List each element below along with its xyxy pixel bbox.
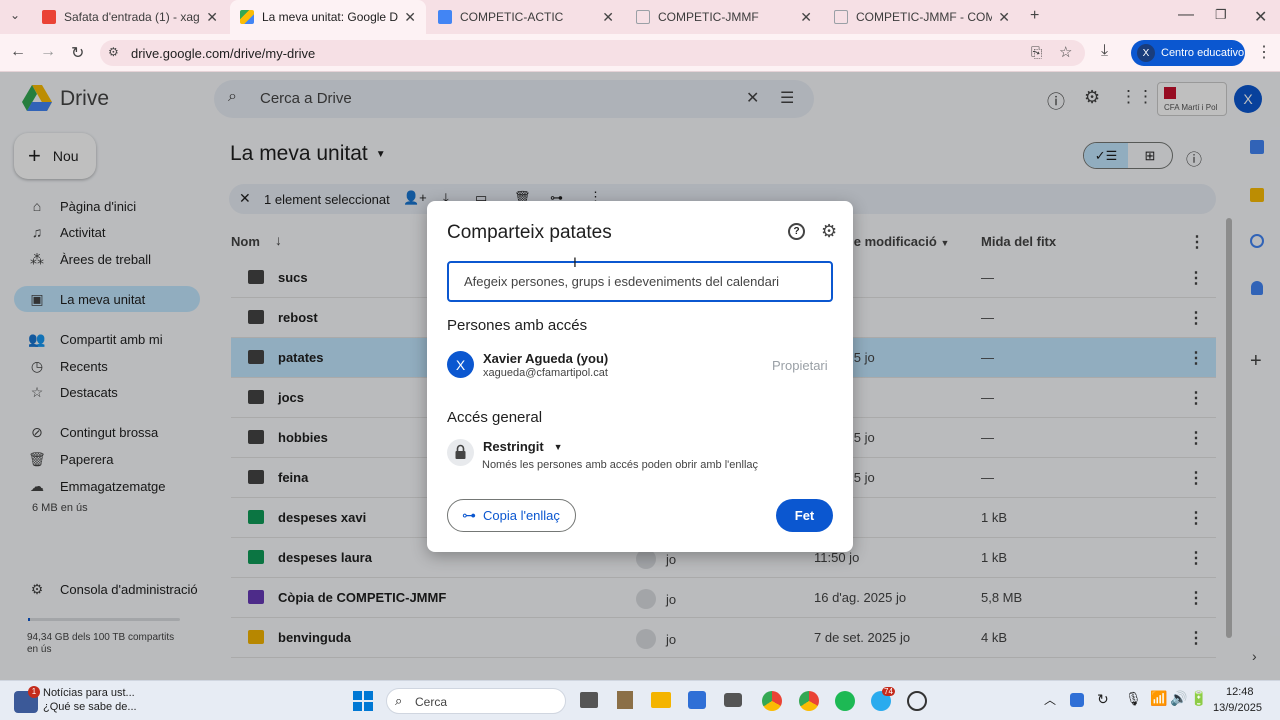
tab-title: COMPETIC-JMMF - COMPETIC- bbox=[856, 10, 993, 24]
new-tab-icon[interactable]: + bbox=[1030, 7, 1039, 25]
download-icon[interactable]: ⤓ bbox=[1101, 42, 1108, 60]
tab-title: Safata d'entrada (1) - xagueda@ bbox=[64, 10, 200, 24]
reload-icon[interactable]: ↻ bbox=[71, 43, 84, 63]
tab-gmail[interactable]: Safata d'entrada (1) - xagueda@ ✕ bbox=[32, 0, 228, 34]
clock-time[interactable]: 12:48 bbox=[1226, 686, 1254, 698]
minimize-icon[interactable]: — bbox=[1178, 6, 1194, 24]
restore-icon[interactable]: ❐ bbox=[1215, 7, 1227, 23]
tab-competic-jmmf-2[interactable]: COMPETIC-JMMF - COMPETIC- ✕ bbox=[824, 0, 1020, 34]
page-icon bbox=[834, 10, 848, 24]
page-icon bbox=[636, 10, 650, 24]
tray-security-icon[interactable] bbox=[1070, 693, 1084, 707]
site-info-icon[interactable]: ⚙ bbox=[108, 45, 119, 59]
access-level: Restringit bbox=[483, 439, 544, 454]
game-icon[interactable] bbox=[724, 693, 742, 707]
lock-icon bbox=[447, 439, 474, 466]
person-name: Xavier Agueda (you) bbox=[483, 351, 609, 366]
taskbar-search-label: Cerca bbox=[415, 695, 448, 709]
tray-chevron-icon[interactable]: ︿ bbox=[1044, 691, 1056, 708]
install-icon[interactable]: ⎘ bbox=[1031, 44, 1042, 61]
profile-avatar: X bbox=[1137, 44, 1155, 62]
help-icon[interactable]: ? bbox=[788, 223, 805, 240]
chrome-menu-icon[interactable]: ⋮ bbox=[1256, 42, 1272, 62]
close-icon[interactable]: ✕ bbox=[404, 9, 416, 26]
task-view-icon[interactable] bbox=[580, 692, 598, 708]
close-window-icon[interactable]: ✕ bbox=[1254, 7, 1267, 27]
address-bar[interactable]: ⚙ drive.google.com/drive/my-drive ⎘ ☆ bbox=[100, 40, 1085, 66]
store-icon[interactable] bbox=[688, 691, 706, 709]
forward-icon[interactable]: → bbox=[40, 43, 56, 61]
chevron-down-icon: ▼ bbox=[553, 441, 563, 452]
avatar: X bbox=[447, 351, 474, 378]
app-icon[interactable] bbox=[907, 691, 927, 711]
access-description: Només les persones amb accés poden obrir… bbox=[482, 459, 759, 471]
close-icon[interactable]: ✕ bbox=[998, 9, 1010, 26]
tray-sync-icon[interactable]: ↻ bbox=[1097, 691, 1109, 708]
chrome-icon[interactable] bbox=[762, 691, 782, 711]
tab-competic-jmmf[interactable]: COMPETIC-JMMF ✕ bbox=[626, 0, 822, 34]
gmail-icon bbox=[42, 10, 56, 24]
profile-chip[interactable]: X Centro educativo bbox=[1131, 40, 1245, 66]
tab-drive[interactable]: La meva unitat: Google Drive ✕ bbox=[230, 0, 426, 34]
tab-search-icon[interactable]: ⌄ bbox=[10, 8, 20, 22]
person-email: xagueda@cfamartipol.cat bbox=[483, 367, 608, 379]
microphone-icon[interactable]: 🎙 bbox=[1125, 691, 1142, 707]
taskbar-search[interactable]: ⌕ Cerca bbox=[386, 688, 566, 714]
url-text: drive.google.com/drive/my-drive bbox=[131, 46, 316, 61]
document-icon bbox=[438, 10, 452, 24]
battery-icon[interactable]: 🔋 bbox=[1190, 690, 1207, 707]
copy-link-label: Copia l'enllaç bbox=[483, 508, 560, 523]
browser-tab-strip: ⌄ Safata d'entrada (1) - xagueda@ ✕ La m… bbox=[0, 0, 1280, 34]
dialog-title: Comparteix patates bbox=[447, 222, 612, 243]
close-icon[interactable]: ✕ bbox=[602, 9, 614, 26]
bookmark-star-icon[interactable]: ☆ bbox=[1059, 43, 1072, 61]
close-icon[interactable]: ✕ bbox=[800, 9, 812, 26]
telegram-badge: 74 bbox=[882, 687, 895, 696]
add-people-placeholder: Afegeix persones, grups i esdeveniments … bbox=[464, 274, 780, 289]
news-badge: 1 bbox=[28, 686, 40, 698]
chrome-profile-icon[interactable] bbox=[799, 691, 819, 711]
spotify-icon[interactable] bbox=[835, 691, 855, 711]
access-level-dropdown[interactable]: Restringit ▼ bbox=[483, 439, 563, 454]
news-title[interactable]: Notícias para ust... bbox=[43, 687, 135, 699]
wifi-icon[interactable]: 📶 bbox=[1150, 690, 1167, 707]
tab-title: COMPETIC-ACTIC bbox=[460, 10, 564, 24]
add-people-input[interactable]: Afegeix persones, grups i esdeveniments … bbox=[447, 261, 833, 302]
back-icon[interactable]: ← bbox=[10, 43, 26, 61]
clock-date[interactable]: 13/9/2025 bbox=[1213, 702, 1262, 714]
people-heading: Persones amb accés bbox=[447, 317, 588, 334]
link-icon: ⊶ bbox=[462, 507, 476, 523]
share-dialog: Comparteix patates ? ⚙ Afegeix persones,… bbox=[427, 201, 853, 552]
copy-link-button[interactable]: ⊶ Copia l'enllaç bbox=[447, 499, 576, 532]
done-button[interactable]: Fet bbox=[776, 499, 833, 532]
windows-start-icon[interactable] bbox=[353, 691, 373, 711]
close-icon[interactable]: ✕ bbox=[206, 9, 218, 26]
taskbar: 1 Notícias para ust... ¿Qué se sabe de..… bbox=[0, 680, 1280, 720]
drive-icon bbox=[240, 10, 254, 24]
settings-gear-icon[interactable]: ⚙ bbox=[821, 221, 837, 242]
search-icon: ⌕ bbox=[395, 693, 403, 708]
news-subtitle[interactable]: ¿Qué se sabe de... bbox=[43, 701, 137, 713]
tab-competic-actic[interactable]: COMPETIC-ACTIC ✕ bbox=[428, 0, 624, 34]
tab-title: La meva unitat: Google Drive bbox=[262, 10, 399, 24]
general-access-heading: Accés general bbox=[447, 409, 543, 426]
library-icon[interactable] bbox=[617, 691, 633, 709]
tab-title: COMPETIC-JMMF bbox=[658, 10, 759, 24]
volume-icon[interactable]: 🔊 bbox=[1170, 690, 1187, 707]
text-cursor-icon: I bbox=[573, 254, 577, 270]
person-role: Propietari bbox=[772, 358, 828, 373]
profile-label: Centro educativo bbox=[1161, 47, 1245, 59]
file-explorer-icon[interactable] bbox=[651, 692, 671, 708]
